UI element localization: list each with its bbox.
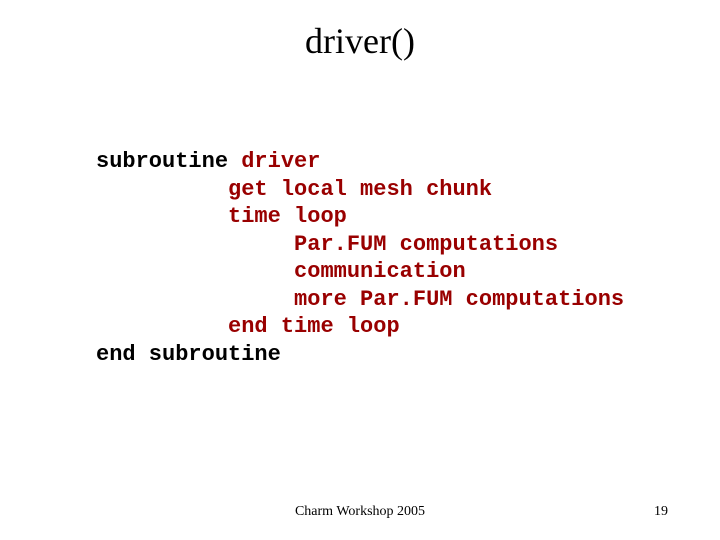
page-number: 19 (654, 504, 668, 520)
slide-title: driver() (0, 20, 720, 62)
indent (96, 259, 294, 284)
indent (96, 204, 228, 229)
kw-subroutine: subroutine (96, 149, 228, 174)
code-line-6: more Par.FUM computations (294, 287, 624, 312)
slide: driver() subroutine driver get local mes… (0, 0, 720, 540)
code-name: driver (228, 149, 320, 174)
kw-end-subroutine: end subroutine (96, 342, 281, 367)
code-line-5: communication (294, 259, 466, 284)
code-line-3: time loop (228, 204, 347, 229)
code-line-2: get local mesh chunk (228, 177, 492, 202)
code-line-4: Par.FUM computations (294, 232, 558, 257)
indent (96, 232, 294, 257)
footer-center-text: Charm Workshop 2005 (0, 504, 720, 520)
indent (96, 314, 228, 339)
code-line-7: end time loop (228, 314, 400, 339)
indent (96, 177, 228, 202)
indent (96, 287, 294, 312)
code-block: subroutine driver get local mesh chunk t… (96, 148, 624, 368)
